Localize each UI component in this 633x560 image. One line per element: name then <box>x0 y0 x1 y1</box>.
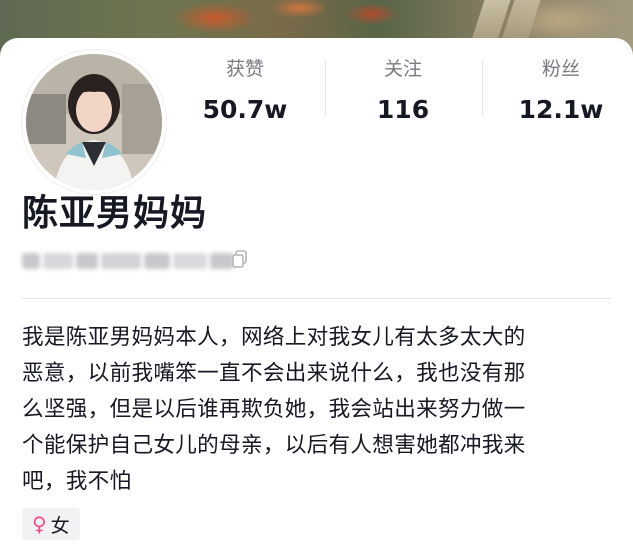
stat-following-value: 116 <box>376 95 430 124</box>
stat-following[interactable]: 关注 116 <box>328 56 478 128</box>
gender-tag: ♀ 女 <box>22 508 80 540</box>
stat-followers[interactable]: 粉丝 12.1w <box>486 56 633 128</box>
stat-divider <box>482 60 483 116</box>
user-id-redacted <box>22 250 248 272</box>
stat-likes-label: 获赞 <box>225 58 264 80</box>
avatar-photo <box>26 54 162 190</box>
stat-likes[interactable]: 获赞 50.7w <box>170 56 320 128</box>
stat-divider <box>325 60 326 116</box>
avatar[interactable] <box>22 50 166 194</box>
stat-followers-value: 12.1w <box>518 95 604 124</box>
stat-likes-value: 50.7w <box>202 95 288 124</box>
profile-card: 获赞 50.7w 关注 116 粉丝 12.1w 陈亚男妈妈 我是陈亚男妈妈本人… <box>0 38 633 560</box>
female-icon: ♀ <box>32 512 47 536</box>
stat-following-label: 关注 <box>383 58 422 80</box>
profile-bio: 我是陈亚男妈妈本人，网络上对我女儿有太多太大的 恶意，以前我嘴笨一直不会出来说什… <box>22 325 526 494</box>
section-divider <box>22 298 611 299</box>
copy-id-icon[interactable] <box>232 250 248 268</box>
profile-name: 陈亚男妈妈 <box>22 193 208 234</box>
stat-followers-label: 粉丝 <box>541 58 580 80</box>
gender-tag-label: 女 <box>50 514 70 537</box>
